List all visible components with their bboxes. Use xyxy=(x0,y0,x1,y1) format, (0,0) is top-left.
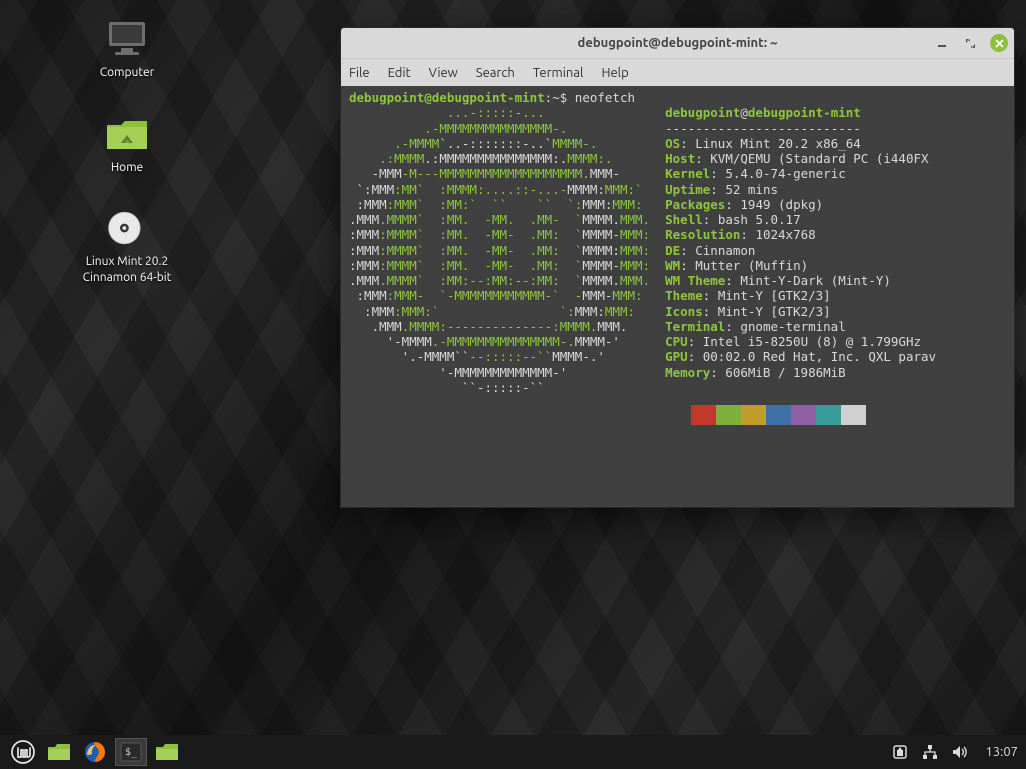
home-folder-icon xyxy=(103,113,151,155)
tray-sound-icon[interactable] xyxy=(951,743,969,761)
terminal-output[interactable]: debugpoint@debugpoint-mint:~$ neofetch .… xyxy=(341,86,1014,507)
menu-help[interactable]: Help xyxy=(601,66,628,80)
taskbar-terminal[interactable]: $_ xyxy=(116,739,146,765)
start-menu-button[interactable] xyxy=(8,737,38,767)
window-controls xyxy=(934,34,1008,52)
tray-updates-icon[interactable] xyxy=(891,743,909,761)
window-maximize-button[interactable] xyxy=(962,35,978,51)
window-title: debugpoint@debugpoint-mint: ~ xyxy=(341,36,1014,50)
desktop-icon-label: Home xyxy=(111,160,143,176)
window-minimize-button[interactable] xyxy=(934,35,950,51)
menu-edit[interactable]: Edit xyxy=(388,66,411,80)
menu-search[interactable]: Search xyxy=(476,66,515,80)
system-tray: 13:07 xyxy=(891,743,1018,761)
desktop-icons: Computer Home Linux Mint 20.2 Cinnamon 6… xyxy=(72,18,182,285)
taskbar-panel: $_ 13:07 xyxy=(0,735,1026,769)
menu-file[interactable]: File xyxy=(349,66,370,80)
menu-view[interactable]: View xyxy=(429,66,458,80)
desktop-icon-home[interactable]: Home xyxy=(72,113,182,176)
taskbar-firefox[interactable] xyxy=(80,739,110,765)
computer-icon xyxy=(103,18,151,60)
disc-icon xyxy=(103,207,151,249)
taskbar-files-2[interactable] xyxy=(152,739,182,765)
desktop-icon-iso[interactable]: Linux Mint 20.2 Cinnamon 64-bit xyxy=(72,207,182,285)
desktop-icon-label: Linux Mint 20.2 Cinnamon 64-bit xyxy=(83,254,172,285)
neofetch-color-swatches xyxy=(666,405,1006,425)
panel-clock[interactable]: 13:07 xyxy=(985,745,1018,759)
terminal-window: debugpoint@debugpoint-mint: ~ File Edit … xyxy=(340,27,1015,508)
taskbar-files[interactable] xyxy=(44,739,74,765)
window-close-button[interactable] xyxy=(990,34,1008,52)
desktop-icon-computer[interactable]: Computer xyxy=(72,18,182,81)
tray-network-icon[interactable] xyxy=(921,743,939,761)
desktop-icon-label: Computer xyxy=(100,65,154,81)
window-menubar: File Edit View Search Terminal Help xyxy=(341,58,1014,86)
menu-terminal[interactable]: Terminal xyxy=(533,66,584,80)
window-titlebar[interactable]: debugpoint@debugpoint-mint: ~ xyxy=(341,28,1014,58)
svg-text:$_: $_ xyxy=(125,747,138,758)
